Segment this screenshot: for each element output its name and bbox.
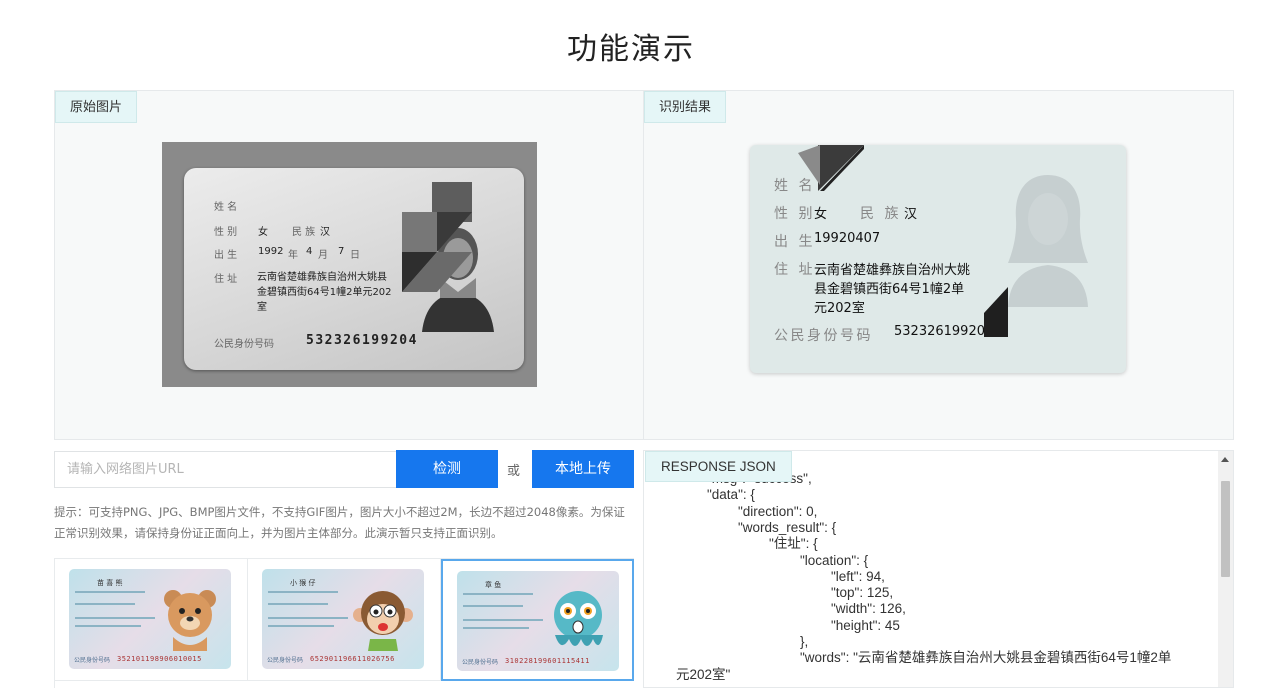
sample-id-card: 苗 喜 熊 公民身份号码 352101198906010015: [69, 569, 231, 669]
result-gender-value: 女: [814, 207, 828, 222]
original-image-tab: 原始图片: [55, 91, 138, 123]
monkey-icon: [353, 591, 413, 651]
recognition-result-tab: 识别结果: [644, 91, 727, 123]
name-privacy-mask-icon: [798, 145, 864, 191]
sample-text-line: [268, 625, 334, 627]
day-unit: 日: [350, 250, 360, 261]
result-ethnicity-value: 汉: [904, 207, 918, 222]
result-id-label: 公民身份号码: [774, 328, 873, 344]
birth-day: 7: [338, 246, 345, 257]
sample-id-number: 352101198906010015: [117, 655, 202, 663]
sample-name: 小 猴 仔: [290, 579, 316, 587]
id-number-value: 532326199204: [306, 333, 418, 348]
sample-text-line: [75, 603, 135, 605]
json-line: "words": "云南省楚雄彝族自治州大姚县金碧镇西街64号1幢2单: [800, 650, 1172, 666]
sample-id-number: 310228199601115411: [505, 657, 590, 665]
sample-name: 章 鱼: [485, 581, 502, 589]
id-card: 姓 名 性 别 女 民 族 汉 出 生 1992 年 4 月 7 日 住 址 云…: [184, 168, 524, 370]
sample-text-line: [268, 603, 328, 605]
id-number-label: 公民身份号码: [214, 339, 274, 350]
year-unit: 年: [288, 250, 298, 261]
json-line: "width": 126,: [831, 601, 906, 617]
id-privacy-mask-icon: [984, 287, 1008, 337]
or-separator: 或: [507, 464, 521, 479]
sample-text-line: [463, 619, 543, 621]
result-birth-label: 出 生: [774, 234, 816, 250]
upload-hint-text: 提示：可支持PNG、JPG、BMP图片文件，不支持GIF图片，图片大小不超过2M…: [54, 505, 625, 540]
sample-card-bear[interactable]: 苗 喜 熊 公民身份号码 352101198906010015: [55, 559, 248, 681]
address-label: 住 址: [214, 274, 238, 285]
sample-card-octopus[interactable]: 章 鱼 公民身份号码 310228199601115411: [441, 559, 634, 681]
scroll-thumb[interactable]: [1221, 481, 1230, 577]
recognition-result-panel: 识别结果 姓 名 性 别 女 民 族 汉 出 生 19920407 住 址 云南…: [643, 90, 1234, 440]
json-line: "data": {: [707, 487, 755, 503]
sample-text-line: [75, 617, 155, 619]
scroll-up-arrow-icon[interactable]: [1221, 457, 1229, 462]
sample-text-line: [75, 591, 145, 593]
month-unit: 月: [318, 250, 328, 261]
result-gender-label: 性 别: [774, 206, 816, 222]
result-birth-value: 19920407: [814, 231, 881, 246]
birth-label: 出 生: [214, 250, 238, 261]
json-line: 元202室": [676, 666, 731, 682]
json-line: "height": 45: [831, 617, 900, 633]
sample-id-label: 公民身份号码: [267, 657, 304, 664]
result-ethnicity-label: 民 族: [860, 206, 902, 222]
original-image-panel: 原始图片 姓 名 性 别 女 民 族 汉 出 生 1992 年 4 月 7 日 …: [54, 90, 644, 440]
sample-card-monkey[interactable]: 小 猴 仔 公民身份号码 652901196611026756: [248, 559, 441, 681]
local-upload-button[interactable]: 本地上传: [532, 450, 634, 488]
sample-id-card: 小 猴 仔 公民身份号码 652901196611026756: [262, 569, 424, 669]
json-line: "left": 94,: [831, 568, 885, 584]
response-json-tab: RESPONSE JSON: [645, 451, 792, 482]
result-address-label: 住 址: [774, 262, 816, 278]
json-line: "direction": 0,: [738, 503, 818, 519]
result-address-value: 云南省楚雄彝族自治州大姚县金碧镇西街64号1幢2单元202室: [814, 263, 971, 316]
json-line: "住址": {: [769, 536, 818, 552]
privacy-mask-icon: [402, 182, 472, 292]
json-line: },: [800, 634, 809, 649]
address-value: 云南省楚雄彝族自治州大姚县金碧镇西街64号1幢2单元202室: [257, 272, 392, 313]
octopus-icon: [554, 591, 603, 646]
avatar-silhouette-icon: [1008, 175, 1088, 307]
sample-images-grid: 苗 喜 熊 公民身份号码 352101198906010015 小 猴 仔 公民…: [54, 558, 634, 688]
detect-button[interactable]: 检测: [396, 450, 498, 488]
sample-text-line: [75, 625, 141, 627]
sample-text-line: [268, 591, 338, 593]
sample-text-line: [463, 627, 529, 629]
json-scrollbar[interactable]: [1218, 451, 1233, 687]
sample-name: 苗 喜 熊: [97, 579, 123, 587]
json-line: "top": 125,: [831, 585, 894, 601]
ethnicity-value: 汉: [320, 227, 330, 238]
response-json-panel[interactable]: "msg": "success","data": {"direction": 0…: [643, 450, 1234, 688]
sample-id-label: 公民身份号码: [462, 659, 499, 666]
gender-label: 性 别: [214, 227, 238, 238]
gender-value: 女: [258, 227, 268, 238]
bear-icon: [164, 590, 216, 651]
sample-text-line: [268, 617, 348, 619]
birth-year: 1992: [258, 246, 284, 257]
original-id-photo: 姓 名 性 别 女 民 族 汉 出 生 1992 年 4 月 7 日 住 址 云…: [162, 142, 537, 387]
page-title: 功能演示: [567, 32, 695, 67]
json-line: "location": {: [800, 552, 869, 568]
sample-text-line: [463, 593, 533, 595]
sample-text-line: [463, 605, 523, 607]
ethnicity-label: 民 族: [292, 227, 316, 238]
birth-month: 4: [306, 246, 313, 257]
sample-id-number: 652901196611026756: [310, 655, 395, 663]
sample-id-label: 公民身份号码: [74, 657, 111, 664]
sample-id-card: 章 鱼 公民身份号码 310228199601115411: [457, 571, 619, 671]
image-url-input[interactable]: [54, 451, 397, 488]
json-line: "words_result": {: [738, 519, 837, 535]
name-label: 姓 名: [214, 202, 238, 213]
